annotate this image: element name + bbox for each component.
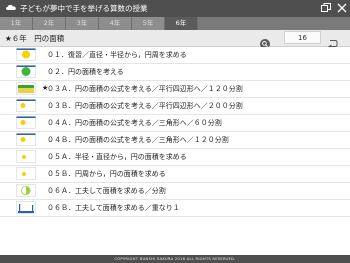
circle-yellow-thumbnail [16, 48, 36, 61]
tab-grade-1[interactable]: 1年 [0, 17, 33, 30]
lesson-title: ０４Ｂ．円の面積の公式を考える／三角形へ／１２０分割 [47, 136, 229, 144]
lesson-list: ０１．復習／直径・半径から，円周を求める ０２．円の面積を考える ★ ０３Ａ．円… [0, 47, 350, 255]
close-icon [337, 3, 347, 13]
lesson-row[interactable]: ０４Ａ．円の面積の公式を考える／三角形へ／６０分割 [0, 115, 350, 132]
return-button[interactable] [327, 33, 338, 49]
lesson-title: ０５Ｂ．円周から，円の面積を求める [47, 170, 166, 178]
lesson-row[interactable]: ０６Ａ．工夫して面積を求める／分割 [0, 183, 350, 200]
lesson-title: ０３Ｂ．円の面積の公式を考える／平行四辺形へ／２００分割 [47, 102, 243, 110]
lesson-count: 16 [284, 31, 321, 44]
topic-bar: ★６年 円の面積 16 [0, 30, 350, 49]
footer: COPYRIGHT BUNSHI SAKURA 2016 ALL RIGHTS … [0, 255, 350, 263]
copyright-text: COPYRIGHT BUNSHI SAKURA 2016 ALL RIGHTS … [114, 255, 236, 261]
lesson-title: ０６Ｂ．工夫して面積を求める／重なり１ [47, 204, 180, 212]
lesson-row[interactable]: ０５Ａ．半径・直径から，円の面積を求める [0, 149, 350, 166]
strip-yellow-thumbnail [16, 82, 36, 95]
lesson-row[interactable]: ０４Ｂ．円の面積の公式を考える／三角形へ／１２０分割 [0, 132, 350, 149]
title-bar: 子どもが夢中で手を挙げる算数の授業 [0, 0, 350, 17]
restore-icon [321, 3, 331, 12]
app-title: 子どもが夢中で手を挙げる算数の授業 [20, 4, 148, 13]
restore-window-button[interactable] [320, 2, 332, 14]
lesson-row[interactable]: ０６Ｂ．工夫して面積を求める／重なり１ [0, 200, 350, 217]
lesson-title: ０５Ａ．半径・直径から，円の面積を求める [47, 153, 187, 161]
circle-green-thumbnail [16, 65, 36, 78]
tab-grade-6[interactable]: 6年 [165, 17, 198, 30]
lesson-row[interactable]: ★ ０３Ａ．円の面積の公式を考える／平行四辺形へ／１２０分割 [0, 81, 350, 98]
lesson-title: ０４Ａ．円の面積の公式を考える／三角形へ／６０分割 [47, 119, 222, 127]
dot-yellow-thumbnail [16, 133, 36, 146]
half-green-thumbnail [16, 184, 36, 197]
lesson-row[interactable]: ０２．円の面積を考える [0, 64, 350, 81]
grade-tabs: 1年 2年 3年 4年 5年 6年 [0, 17, 350, 30]
circle-small-thumbnail [16, 167, 36, 180]
current-topic: ★６年 円の面積 [5, 34, 65, 43]
search-button[interactable] [260, 34, 270, 49]
dot-yellow-thumbnail [16, 116, 36, 129]
lesson-title: ０２．円の面積を考える [47, 68, 124, 76]
tab-grade-3[interactable]: 3年 [66, 17, 99, 30]
lesson-row[interactable]: ０３Ｂ．円の面積の公式を考える／平行四辺形へ／２００分割 [0, 98, 350, 115]
tab-grade-5[interactable]: 5年 [132, 17, 165, 30]
lesson-title: ０３Ａ．円の面積の公式を考える／平行四辺形へ／１２０分割 [47, 85, 243, 93]
tab-grade-4[interactable]: 4年 [99, 17, 132, 30]
tab-grade-2[interactable]: 2年 [33, 17, 66, 30]
dot-yellow-thumbnail [16, 99, 36, 112]
lesson-title: ０１．復習／直径・半径から，円周を求める [47, 51, 187, 59]
circle-small-thumbnail [16, 150, 36, 163]
shape-blue-thumbnail [16, 201, 36, 214]
cloud-logo-icon [6, 4, 16, 10]
lesson-row[interactable]: ０１．復習／直径・半径から，円周を求める [0, 47, 350, 64]
lesson-title: ０６Ａ．工夫して面積を求める／分割 [47, 187, 166, 195]
lesson-row[interactable]: ０５Ｂ．円周から，円の面積を求める [0, 166, 350, 183]
close-window-button[interactable] [336, 2, 348, 14]
